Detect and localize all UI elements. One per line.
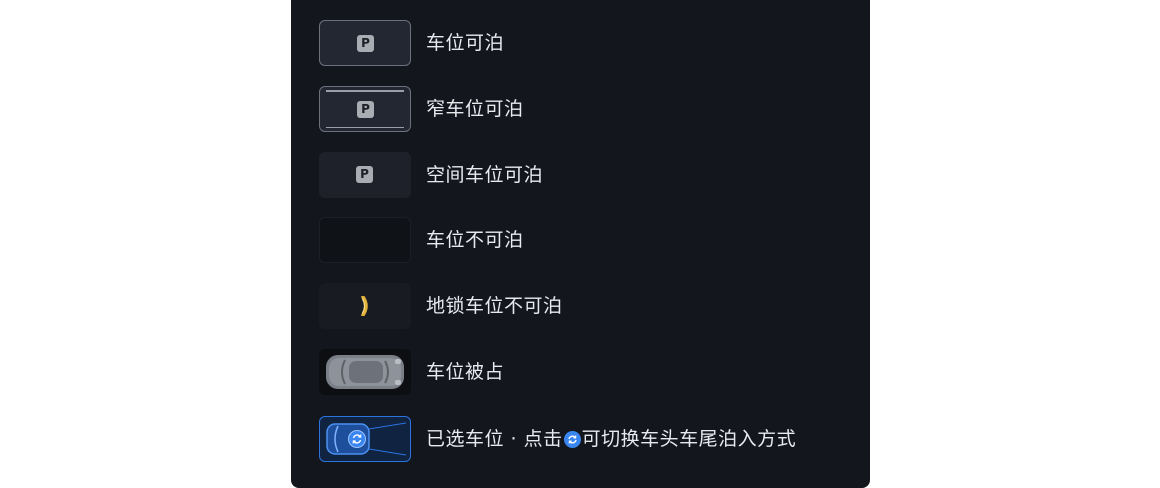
selected-label-suffix: 可切换车头车尾泊入方式 — [581, 428, 797, 450]
unavailable-space-swatch — [319, 217, 411, 263]
parking-p-icon: P — [356, 166, 373, 183]
legend-label-narrow: 窄车位可泊 — [426, 98, 524, 120]
selected-label-prefix: 已选车位 · 点击 — [426, 428, 563, 450]
legend-label-ground-lock: 地锁车位不可泊 — [426, 295, 563, 317]
legend-row-selected: 已选车位 · 点击 可切换车头车尾泊入方式 — [319, 416, 859, 462]
available-space-swatch: P — [319, 20, 411, 66]
legend-row-space: P 空间车位可泊 — [319, 152, 859, 198]
legend-row-available: P 车位可泊 — [319, 20, 859, 66]
narrow-space-swatch: P — [319, 86, 411, 132]
legend-label-space: 空间车位可泊 — [426, 164, 544, 186]
parking-legend-panel: P 车位可泊 P 窄车位可泊 P 空间车位可泊 车位不可泊 地锁车位不可泊 车位… — [291, 0, 870, 488]
parking-p-icon: P — [357, 101, 374, 118]
occupied-space-swatch — [319, 349, 411, 395]
parking-p-icon: P — [357, 35, 374, 52]
legend-row-unavailable: 车位不可泊 — [319, 217, 859, 263]
selected-car-icon — [326, 422, 407, 456]
legend-label-available: 车位可泊 — [426, 32, 505, 54]
car-top-view-icon — [326, 355, 404, 389]
switch-direction-icon[interactable] — [563, 431, 581, 448]
legend-label-selected: 已选车位 · 点击 可切换车头车尾泊入方式 — [426, 416, 796, 462]
selected-space-swatch — [319, 416, 411, 462]
narrow-top-line — [326, 90, 404, 92]
ground-lock-space-swatch — [319, 283, 411, 329]
legend-row-narrow: P 窄车位可泊 — [319, 86, 859, 132]
space-parking-swatch: P — [319, 152, 411, 198]
ground-lock-icon — [361, 296, 368, 316]
legend-label-unavailable: 车位不可泊 — [426, 229, 524, 251]
narrow-bottom-line — [326, 126, 404, 128]
legend-row-occupied: 车位被占 — [319, 349, 859, 395]
legend-label-occupied: 车位被占 — [426, 361, 505, 383]
legend-row-ground-lock: 地锁车位不可泊 — [319, 283, 859, 329]
